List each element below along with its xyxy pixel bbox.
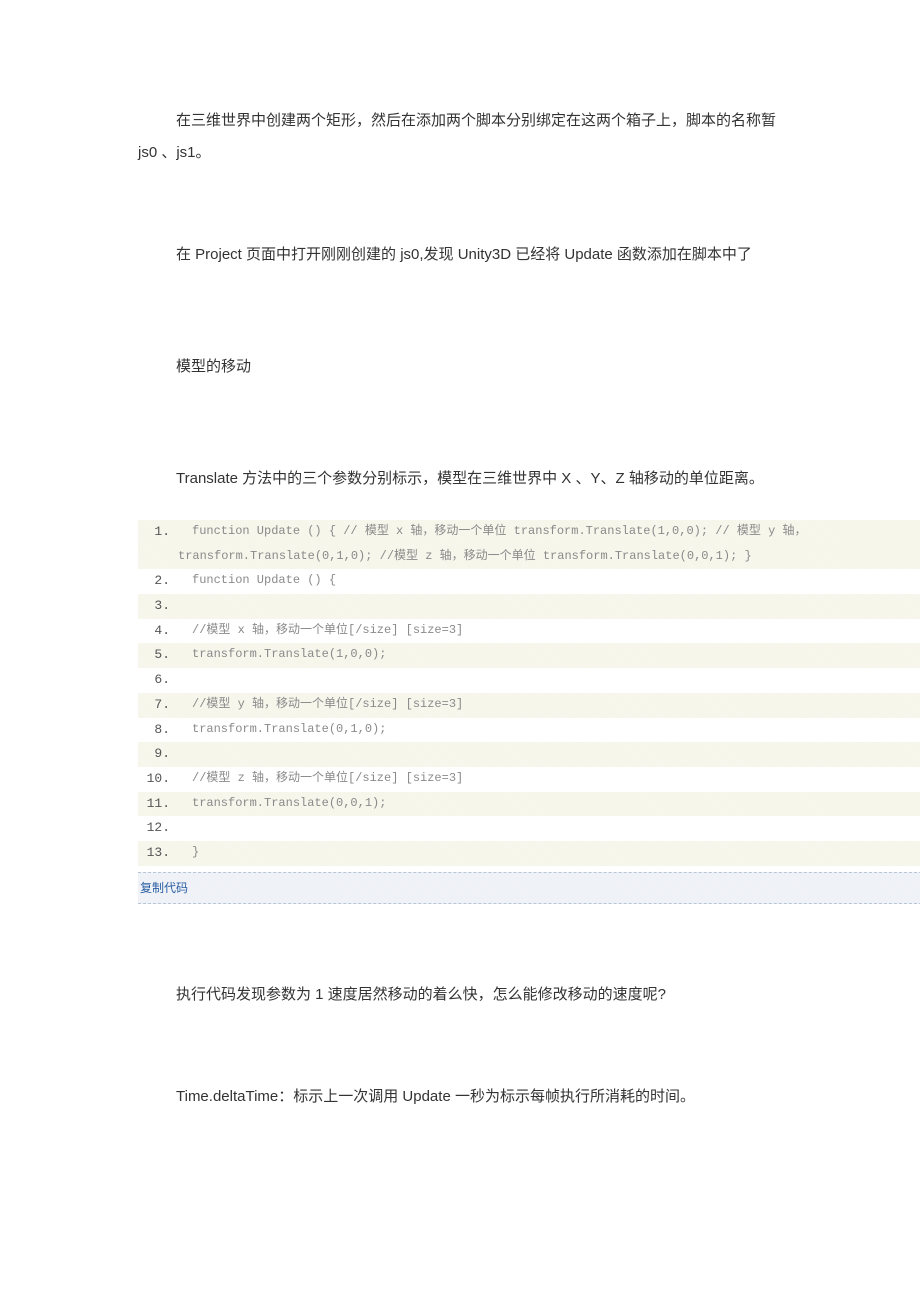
code-text: transform.Translate(1,0,0); [174, 643, 920, 666]
copy-code-link[interactable]: 复制代码 [140, 881, 188, 895]
code-line: 11transform.Translate(0,0,1); [138, 792, 920, 817]
code-line: 1function Update () { // 模型 x 轴，移动一个单位 t… [138, 520, 920, 545]
code-line: 0transform.Translate(0,1,0); //模型 z 轴，移动… [138, 545, 920, 570]
line-number: 3 [138, 594, 174, 619]
code-text: transform.Translate(0,0,1); [174, 792, 920, 815]
paragraph-translate: Translate 方法中的三个参数分别标示，模型在三维世界中 X 、Y、Z 轴… [0, 458, 920, 500]
code-line: 12 [138, 816, 920, 841]
paragraph-speed: 执行代码发现参数为 1 速度居然移动的着么快，怎么能修改移动的速度呢? [0, 974, 920, 1016]
code-text: //模型 x 轴，移动一个单位[/size] [size=3] [174, 619, 920, 642]
line-number: 12 [138, 816, 174, 841]
line-number: 5 [138, 643, 174, 668]
code-text: } [174, 841, 920, 864]
code-text: function Update () { // 模型 x 轴，移动一个单位 tr… [174, 520, 920, 543]
code-text: transform.Translate(0,1,0); [174, 718, 920, 741]
line-number: 7 [138, 693, 174, 718]
code-line: 9 [138, 742, 920, 767]
line-number: 9 [138, 742, 174, 767]
code-block: 1function Update () { // 模型 x 轴，移动一个单位 t… [138, 520, 920, 866]
code-line: 5transform.Translate(1,0,0); [138, 643, 920, 668]
copy-code-bar: 复制代码 [138, 872, 920, 904]
line-number: 1 [138, 520, 174, 545]
code-line: 2function Update () { [138, 569, 920, 594]
line-number: 10 [138, 767, 174, 792]
code-line: 7//模型 y 轴，移动一个单位[/size] [size=3] [138, 693, 920, 718]
code-text: transform.Translate(0,1,0); //模型 z 轴，移动一… [174, 545, 920, 568]
document-body: 在三维世界中创建两个矩形，然后在添加两个脚本分别绑定在这两个箱子上，脚本的名称暂… [0, 100, 920, 1188]
code-line: 3 [138, 594, 920, 619]
code-text: function Update () { [174, 569, 920, 592]
code-line: 13} [138, 841, 920, 866]
code-text: //模型 z 轴，移动一个单位[/size] [size=3] [174, 767, 920, 790]
line-number: 2 [138, 569, 174, 594]
line-number: 6 [138, 668, 174, 693]
code-line: 8transform.Translate(0,1,0); [138, 718, 920, 743]
paragraph-project: 在 Project 页面中打开刚刚创建的 js0,发现 Unity3D 已经将 … [0, 234, 920, 276]
line-number: 4 [138, 619, 174, 644]
code-text: //模型 y 轴，移动一个单位[/size] [size=3] [174, 693, 920, 716]
paragraph-deltatime: Time.deltaTime：标示上一次调用 Update 一秒为标示每帧执行所… [0, 1076, 920, 1118]
line-number: 13 [138, 841, 174, 866]
code-line: 10//模型 z 轴，移动一个单位[/size] [size=3] [138, 767, 920, 792]
section-heading-move: 模型的移动 [0, 346, 920, 388]
line-number: 11 [138, 792, 174, 817]
code-line: 4//模型 x 轴，移动一个单位[/size] [size=3] [138, 619, 920, 644]
code-line: 6 [138, 668, 920, 693]
line-number: 8 [138, 718, 174, 743]
